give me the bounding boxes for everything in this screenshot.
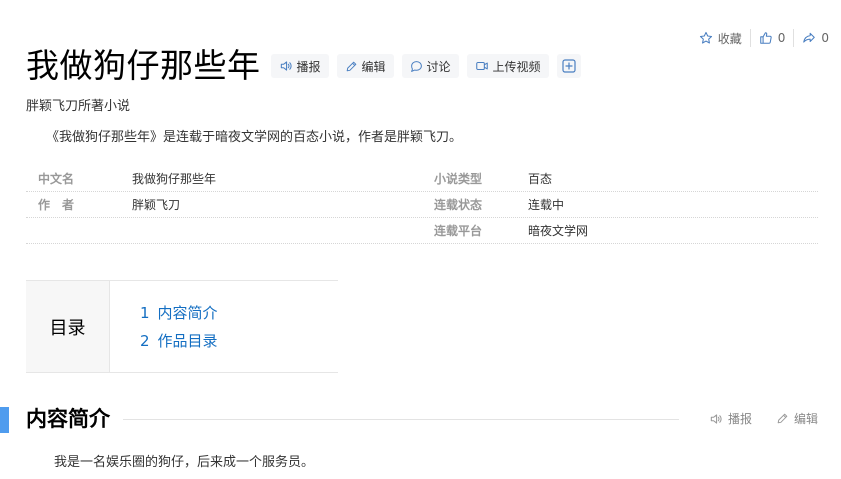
section-tools: 播报 编辑 <box>709 410 818 427</box>
info-value: 胖颖飞刀 <box>132 198 181 212</box>
speaker-icon <box>279 59 293 73</box>
info-value: 暗夜文学网 <box>528 224 589 238</box>
info-label: 小说类型 <box>434 172 483 186</box>
toc-heading: 目录 <box>26 281 110 372</box>
info-label: 连载平台 <box>434 224 483 238</box>
favorite-label: 收藏 <box>717 31 742 46</box>
section-header: 内容简介 播报 编辑 <box>0 404 841 434</box>
star-icon <box>699 31 713 45</box>
info-label: 连载状态 <box>434 198 483 212</box>
favorite-button[interactable]: 收藏 <box>691 28 750 48</box>
section-play-button[interactable]: 播报 <box>709 410 752 427</box>
share-icon <box>802 31 816 45</box>
speaker-icon <box>709 412 723 426</box>
info-value: 百态 <box>528 172 553 186</box>
pencil-icon <box>776 412 789 425</box>
section-play-label: 播报 <box>727 412 752 426</box>
toc-item-label: 作品目录 <box>157 332 218 350</box>
info-cell: 连载状态 连载中 <box>422 196 818 213</box>
discuss-label: 讨论 <box>426 59 451 74</box>
table-of-contents: 目录 1 内容简介 2 作品目录 <box>26 280 338 373</box>
info-label: 中文名 <box>38 172 75 186</box>
info-row: 作 者 胖颖飞刀 连载状态 连载中 <box>26 192 818 218</box>
section-title: 内容简介 <box>26 407 110 431</box>
summary-text: 《我做狗仔那些年》是连载于暗夜文学网的百态小说，作者是胖颖飞刀。 <box>46 130 463 145</box>
share-count: 0 <box>821 31 829 45</box>
info-cell: 中文名 我做狗仔那些年 <box>26 170 422 187</box>
info-row: 连载平台 暗夜文学网 <box>26 218 818 244</box>
info-value: 我做狗仔那些年 <box>132 172 217 186</box>
section-paragraph: 我是一名娱乐圈的狗仔，后来成一个服务员。 <box>54 455 315 470</box>
section-divider <box>123 419 679 420</box>
plus-icon <box>561 58 577 74</box>
page-title: 我做狗仔那些年 <box>26 46 261 85</box>
info-cell: 小说类型 百态 <box>422 170 818 187</box>
toc-item-number: 1 <box>140 304 150 322</box>
video-icon <box>475 59 489 73</box>
info-value: 连载中 <box>528 198 565 212</box>
title-row: 我做狗仔那些年 播报 编辑 讨论 上传视频 <box>26 44 581 88</box>
toc-item-catalog[interactable]: 2 作品目录 <box>140 327 218 355</box>
upload-video-label: 上传视频 <box>492 59 541 74</box>
info-row: 中文名 我做狗仔那些年 小说类型 百态 <box>26 166 818 192</box>
toc-item-summary[interactable]: 1 内容简介 <box>140 299 218 327</box>
upload-video-button[interactable]: 上传视频 <box>466 54 549 78</box>
edit-label: 编辑 <box>361 59 386 74</box>
like-count: 0 <box>777 31 786 45</box>
toc-item-label: 内容简介 <box>157 304 218 322</box>
subtitle: 胖颖飞刀所著小说 <box>26 99 131 114</box>
edit-button[interactable]: 编辑 <box>336 54 394 78</box>
share-button[interactable]: 0 <box>794 28 837 48</box>
top-actions: 收藏 0 0 <box>691 28 837 48</box>
like-button[interactable]: 0 <box>751 28 794 48</box>
discuss-button[interactable]: 讨论 <box>401 54 459 78</box>
section-edit-label: 编辑 <box>793 412 818 426</box>
play-button[interactable]: 播报 <box>270 54 329 78</box>
play-label: 播报 <box>296 59 321 74</box>
info-table: 中文名 我做狗仔那些年 小说类型 百态 作 者 胖颖飞刀 连载状态 连载中 连载… <box>26 166 818 244</box>
thumbs-up-icon <box>759 31 773 45</box>
section-edit-button[interactable]: 编辑 <box>776 410 818 427</box>
pencil-icon <box>345 60 358 73</box>
info-cell: 连载平台 暗夜文学网 <box>422 222 818 239</box>
toc-list: 1 内容简介 2 作品目录 <box>110 281 218 372</box>
info-cell: 作 者 胖颖飞刀 <box>26 196 422 213</box>
toc-item-number: 2 <box>140 332 150 350</box>
chat-bubble-icon <box>410 60 423 73</box>
add-button[interactable] <box>556 54 581 78</box>
info-label: 作 者 <box>38 198 75 212</box>
section-accent-bar <box>0 407 9 433</box>
